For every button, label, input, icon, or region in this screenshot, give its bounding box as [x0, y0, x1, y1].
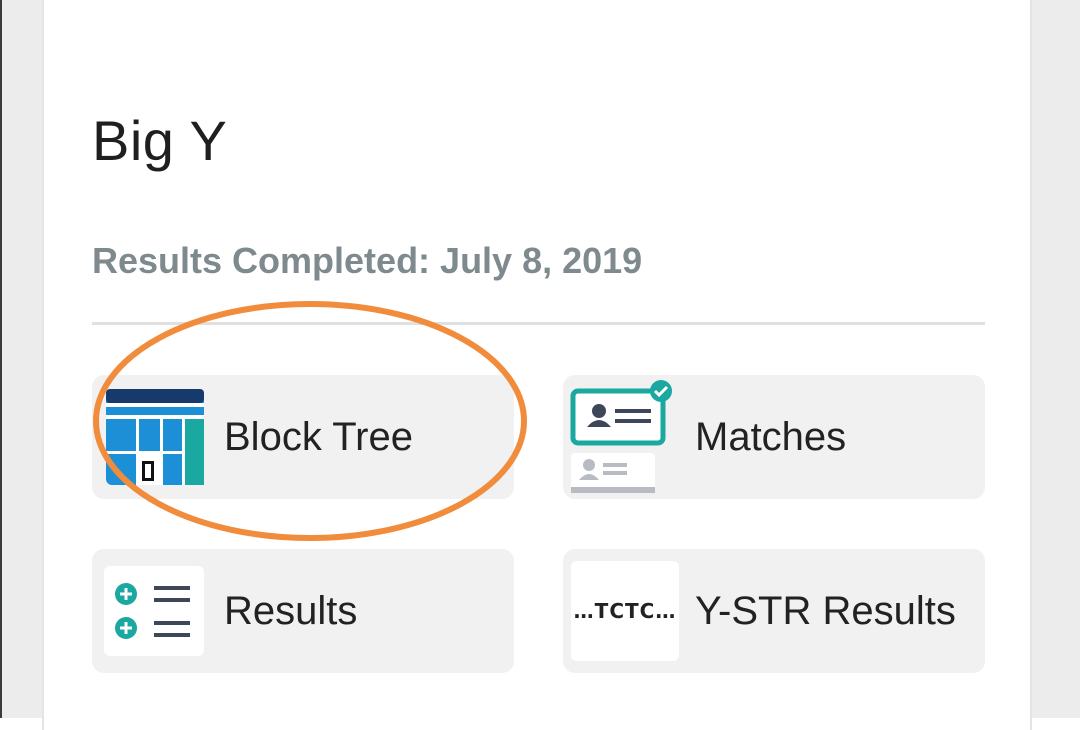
block-tree-tile[interactable]: Block Tree [92, 375, 514, 499]
y-str-results-tile[interactable]: …TCTC… Y-STR Results [563, 549, 985, 673]
y-str-results-label: Y-STR Results [695, 589, 956, 633]
tctc-sequence-icon: …TCTC… [571, 561, 679, 661]
results-list-icon [104, 566, 204, 656]
matches-label: Matches [695, 415, 847, 459]
block-tree-label: Block Tree [224, 415, 413, 459]
results-tile[interactable]: Results [92, 549, 514, 673]
matches-icon [569, 379, 677, 497]
block-tree-icon [106, 389, 204, 485]
results-completed-date: Results Completed: July 8, 2019 [92, 240, 643, 281]
section-title: Big Y [92, 109, 228, 172]
divider [92, 322, 985, 325]
matches-tile[interactable]: Matches [563, 375, 985, 499]
screen-edge [0, 0, 2, 718]
results-label: Results [224, 589, 358, 633]
